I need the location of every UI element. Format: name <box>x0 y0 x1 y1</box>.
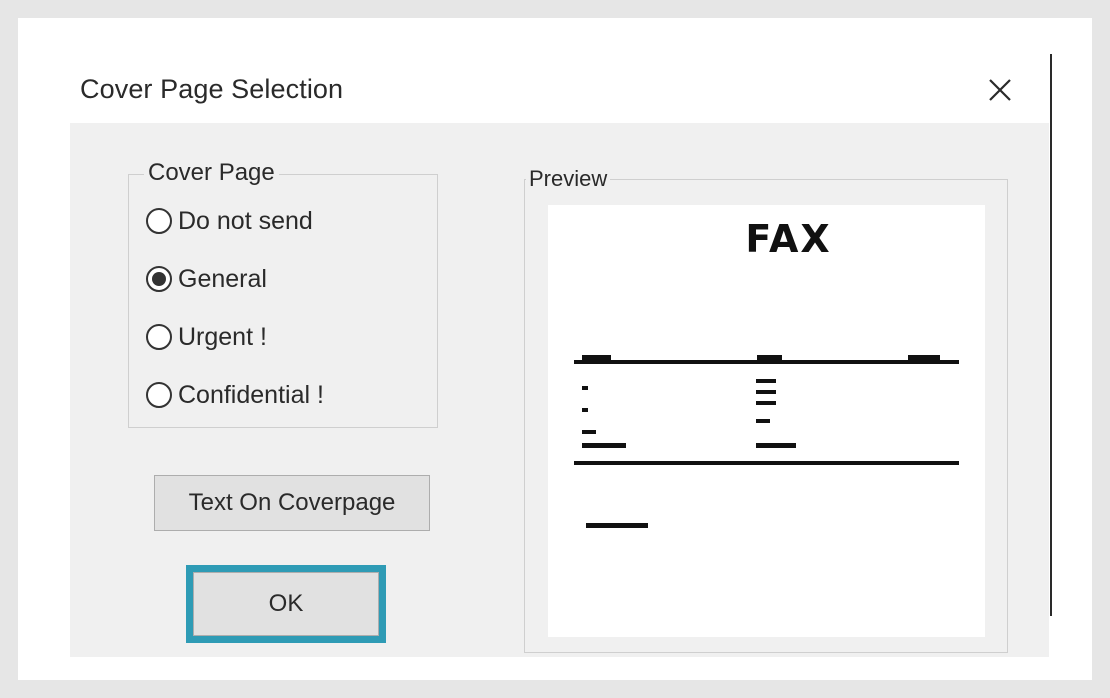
radio-urgent[interactable]: Urgent ! <box>146 317 267 357</box>
preview-page: FAX <box>548 205 985 637</box>
radio-button[interactable] <box>146 208 172 234</box>
cover-page-group-label: Cover Page <box>144 159 279 187</box>
close-button[interactable] <box>980 70 1020 110</box>
preview-field-mark <box>582 408 588 412</box>
ok-button[interactable]: OK <box>186 565 386 643</box>
preview-field-mark <box>582 430 596 434</box>
preview-body-mark <box>586 523 648 528</box>
preview-field-mark <box>756 390 776 394</box>
close-icon <box>989 79 1011 101</box>
radio-label: Urgent ! <box>178 322 267 351</box>
radio-label: Do not send <box>178 206 313 235</box>
text-on-coverpage-button[interactable]: Text On Coverpage <box>154 475 430 531</box>
radio-label: General <box>178 264 267 293</box>
preview-fax-heading: FAX <box>745 217 832 261</box>
radio-do-not-send[interactable]: Do not send <box>146 201 313 241</box>
preview-field-mark <box>756 379 776 383</box>
radio-label: Confidential ! <box>178 380 324 409</box>
preview-top-rule <box>574 360 959 364</box>
radio-selected-dot <box>152 272 166 286</box>
preview-bottom-rule <box>574 461 959 465</box>
window-edge-line <box>1050 54 1052 616</box>
preview-field-mark <box>756 443 796 448</box>
radio-button[interactable] <box>146 266 172 292</box>
dialog-title: Cover Page Selection <box>80 74 344 104</box>
preview-group-label: Preview <box>526 166 611 192</box>
radio-button[interactable] <box>146 382 172 408</box>
dialog-client-area: Cover Page Do not send General Urgent ! … <box>70 123 1049 657</box>
radio-general[interactable]: General <box>146 259 267 299</box>
preview-field-mark <box>582 386 588 390</box>
ok-button-label: OK <box>193 572 379 636</box>
dialog-window: Cover Page Selection Cover Page Do not s… <box>18 18 1092 680</box>
radio-button[interactable] <box>146 324 172 350</box>
radio-confidential[interactable]: Confidential ! <box>146 375 324 415</box>
preview-field-mark <box>582 443 626 448</box>
preview-field-mark <box>756 419 770 423</box>
preview-field-mark <box>756 401 776 405</box>
